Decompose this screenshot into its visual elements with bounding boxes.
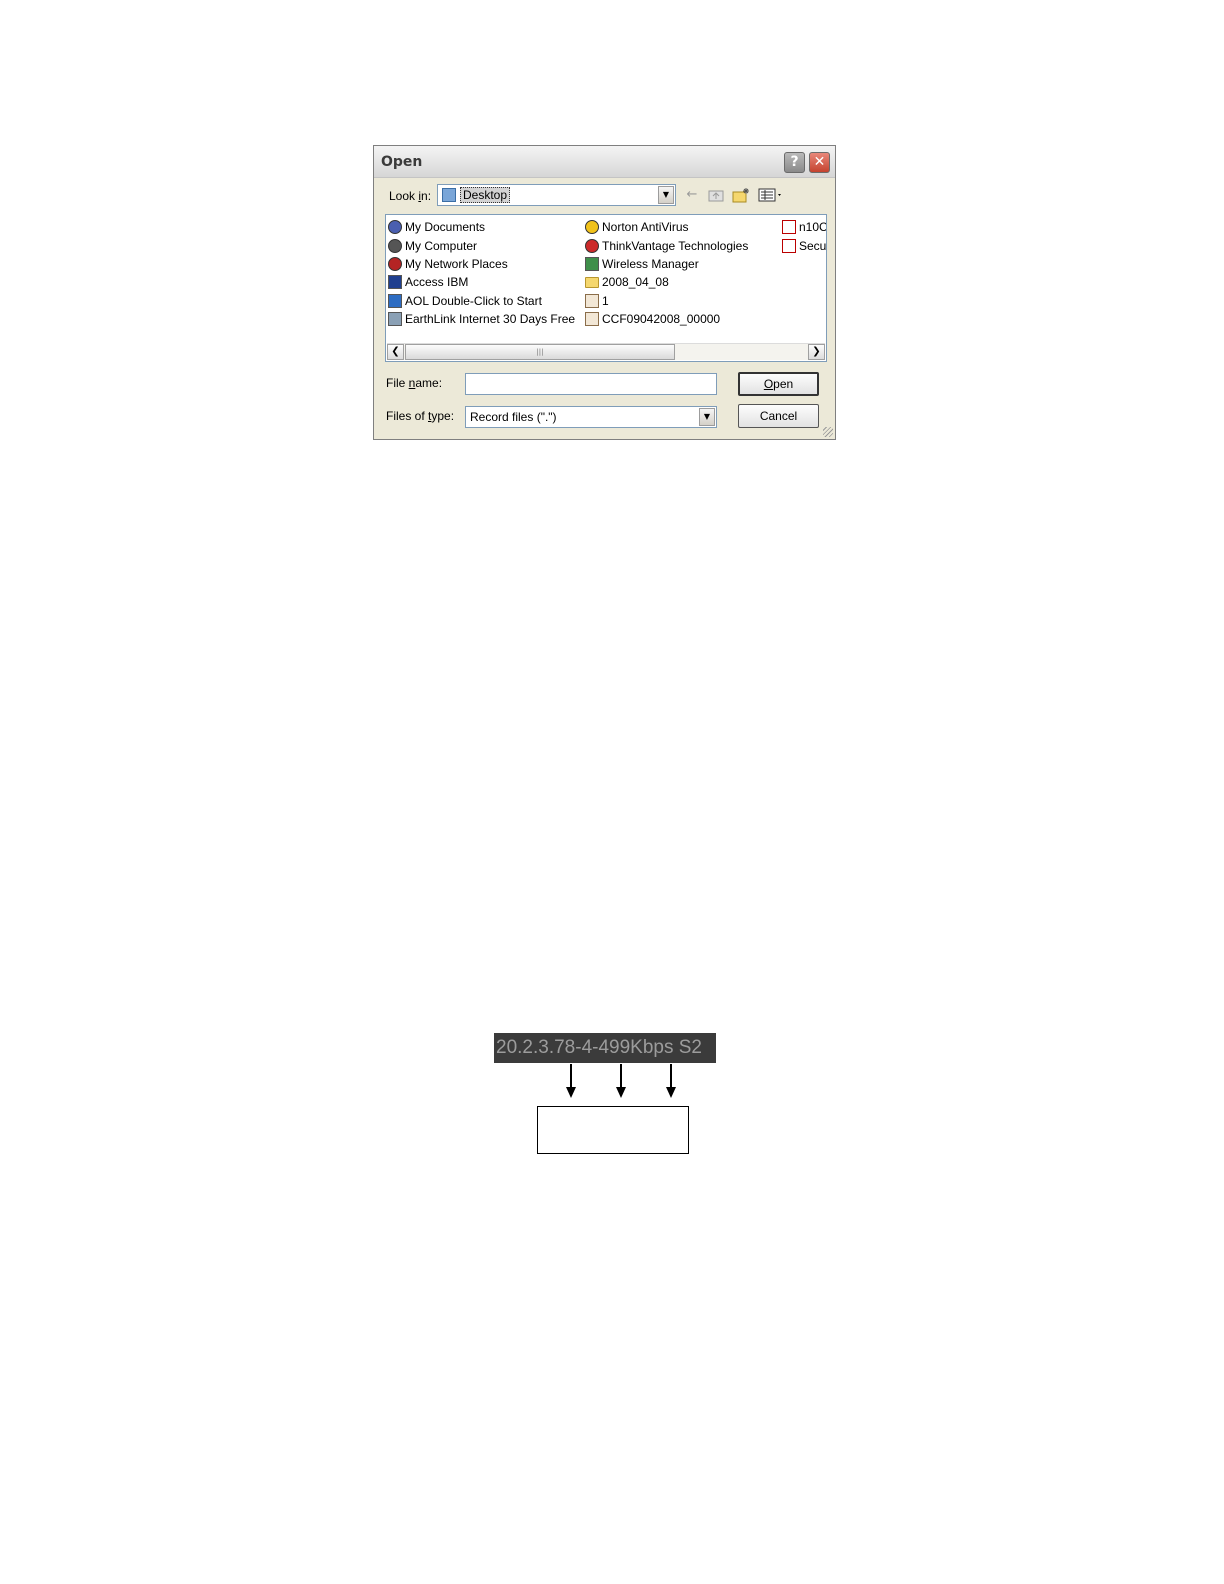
file-column-3: n10C Secu [782, 218, 826, 255]
open-button[interactable]: Open [738, 372, 819, 396]
file-column-2: Norton AntiVirus ThinkVantage Technologi… [585, 218, 748, 328]
record-file-icon [585, 312, 599, 327]
look-in-label: Look in: [389, 189, 432, 203]
norton-icon [585, 220, 599, 235]
cancel-button[interactable]: Cancel [738, 404, 819, 428]
pdf-icon [782, 220, 796, 235]
list-item[interactable]: My Network Places [388, 255, 575, 273]
list-item[interactable]: ThinkVantage Technologies [585, 236, 748, 254]
record-file-icon [585, 293, 599, 308]
my-computer-icon [388, 238, 402, 253]
back-icon[interactable]: ← [683, 187, 701, 203]
file-column-1: My Documents My Computer My Network Plac… [388, 218, 575, 328]
list-item[interactable]: CCF09042008_00000 [585, 310, 748, 328]
thinkvantage-icon [585, 238, 599, 253]
close-button[interactable]: ✕ [809, 152, 830, 173]
list-item[interactable]: Secu [782, 236, 826, 254]
list-item[interactable]: EarthLink Internet 30 Days Free [388, 310, 575, 328]
help-button[interactable]: ? [784, 152, 805, 173]
close-icon: ✕ [813, 154, 826, 170]
pdf-icon [782, 238, 796, 253]
horizontal-scrollbar[interactable]: ❮ ||| ❯ [387, 343, 825, 360]
list-item[interactable]: Norton AntiVirus [585, 218, 748, 236]
help-icon: ? [790, 154, 799, 170]
list-item[interactable]: Access IBM [388, 273, 575, 291]
files-of-type-dropdown[interactable]: Record files (".") ▼ [465, 406, 717, 428]
dialog-title: Open [381, 154, 423, 170]
chevron-down-icon[interactable]: ▼ [699, 408, 715, 426]
list-item[interactable]: n10C [782, 218, 826, 236]
files-of-type-value: Record files (".") [470, 410, 557, 424]
scroll-right-icon[interactable]: ❯ [808, 344, 825, 360]
arrow-3 [666, 1064, 676, 1098]
list-item[interactable]: My Computer [388, 236, 575, 254]
arrow-1 [566, 1064, 576, 1098]
new-folder-icon[interactable] [732, 187, 750, 203]
list-item[interactable]: Wireless Manager [585, 255, 748, 273]
access-ibm-icon [388, 275, 402, 290]
look-in-dropdown[interactable]: Desktop ▼ [437, 184, 676, 206]
open-dialog: Open ? ✕ Look in: Desktop ▼ ← My Documen… [373, 145, 836, 440]
osd-caption-bar: 20.2.3.78-4-499Kbps S2 [494, 1033, 716, 1063]
file-name-field[interactable] [465, 373, 717, 395]
aol-icon [388, 293, 402, 308]
earthlink-icon [388, 312, 402, 327]
chevron-down-icon[interactable]: ▼ [658, 186, 674, 204]
file-list[interactable]: My Documents My Computer My Network Plac… [385, 214, 827, 362]
list-item[interactable]: 1 [585, 292, 748, 310]
desktop-icon [442, 188, 456, 202]
my-documents-icon [388, 220, 402, 235]
title-bar[interactable]: Open ? ✕ [374, 146, 835, 178]
scroll-left-icon[interactable]: ❮ [387, 344, 404, 360]
network-places-icon [388, 256, 402, 271]
resize-grip[interactable] [823, 427, 833, 437]
files-of-type-label: Files of type: [386, 409, 455, 423]
views-menu-icon[interactable] [758, 187, 784, 203]
file-name-label: File name: [386, 376, 443, 390]
wireless-manager-icon [585, 256, 599, 271]
folder-icon [585, 276, 599, 288]
empty-label-box [537, 1106, 689, 1154]
up-folder-icon[interactable] [707, 187, 725, 203]
list-item[interactable]: My Documents [388, 218, 575, 236]
list-item[interactable]: AOL Double-Click to Start [388, 292, 575, 310]
list-item[interactable]: 2008_04_08 [585, 273, 748, 291]
osd-caption-text: 20.2.3.78-4-499Kbps S2 [496, 1037, 702, 1058]
arrow-2 [616, 1064, 626, 1098]
look-in-value: Desktop [460, 187, 511, 203]
scroll-thumb[interactable]: ||| [405, 344, 675, 360]
